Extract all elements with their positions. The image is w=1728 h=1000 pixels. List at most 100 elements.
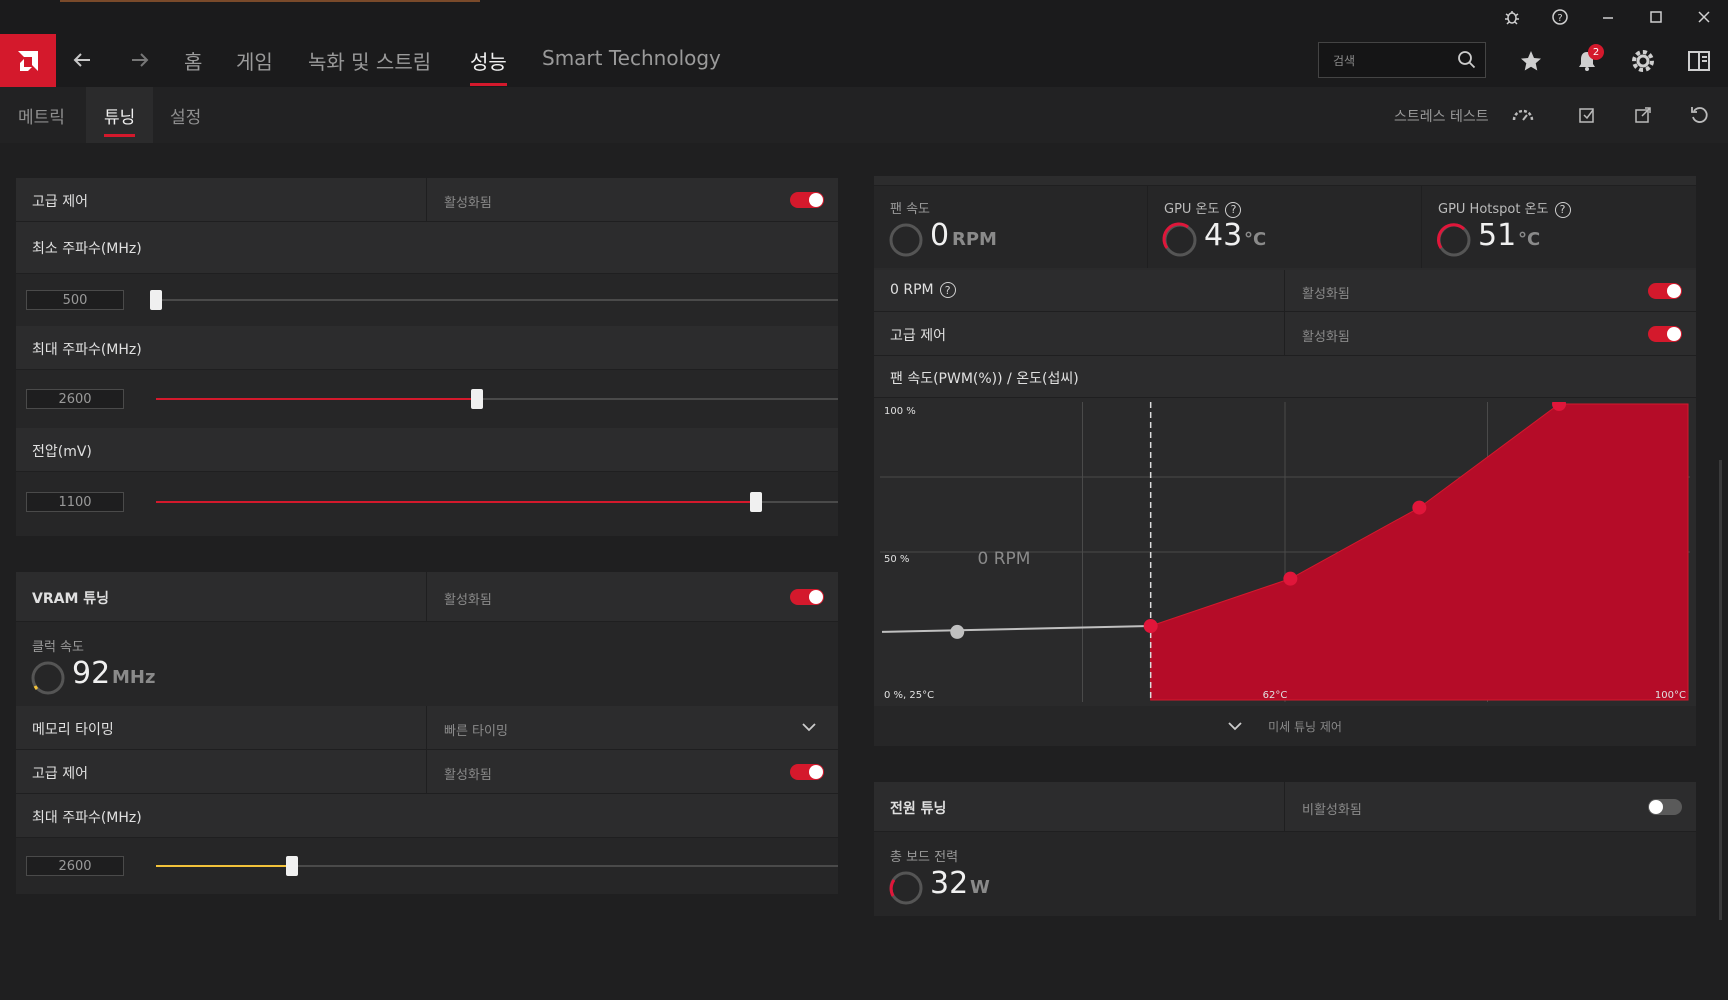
max-freq-input[interactable]: 2600 bbox=[26, 389, 124, 409]
vram-advanced-control-row: 고급 제어 활성화됨 bbox=[16, 750, 838, 794]
maximize-icon[interactable] bbox=[1638, 4, 1674, 30]
gpu-tuning-panel: 고급 제어 활성화됨 최소 주파수(MHz) 500 최대 주파수(MHz) 2… bbox=[16, 178, 838, 536]
row-separator bbox=[1284, 270, 1285, 311]
hotspot-temp-value: 51 bbox=[1478, 218, 1517, 253]
memory-timing-row[interactable]: 메모리 타이밍 빠른 타이밍 bbox=[16, 706, 838, 750]
stat-separator bbox=[1421, 186, 1422, 268]
scrollbar[interactable] bbox=[1719, 460, 1722, 920]
gpu-advanced-control-toggle[interactable] bbox=[790, 192, 824, 208]
fan-speed-unit: RPM bbox=[952, 229, 997, 250]
max-freq-slider-row: 2600 bbox=[16, 370, 838, 428]
vram-max-freq-slider-row: 2600 bbox=[16, 838, 838, 894]
main-nav: 홈 게임 녹화 및 스트림 성능 Smart Technology 검색 2 bbox=[0, 34, 1728, 87]
hotspot-label-wrap: GPU Hotspot 온도? bbox=[1438, 198, 1571, 218]
stress-test-label[interactable]: 스트레스 테스트 bbox=[1394, 106, 1489, 126]
nav-gaming[interactable]: 게임 bbox=[236, 46, 273, 80]
vram-toggle[interactable] bbox=[790, 589, 824, 605]
import-profile-icon[interactable] bbox=[1572, 100, 1602, 130]
nav-smart-technology[interactable]: Smart Technology bbox=[542, 46, 721, 80]
vram-advanced-control-toggle[interactable] bbox=[790, 764, 824, 780]
tab-settings[interactable]: 설정 bbox=[152, 87, 219, 143]
back-arrow-icon[interactable] bbox=[64, 42, 100, 78]
search-input[interactable]: 검색 bbox=[1318, 42, 1486, 78]
fan-curve-chart[interactable]: 100 % 50 % 0 %, 25°C 62°C 100°C 0 RPM bbox=[880, 402, 1690, 702]
max-freq-thumb[interactable] bbox=[470, 389, 483, 409]
max-freq-slider[interactable] bbox=[156, 389, 838, 409]
sidebar-panel-icon[interactable] bbox=[1682, 44, 1716, 78]
vram-advanced-control-state: 활성화됨 bbox=[444, 768, 492, 783]
vram-max-freq-thumb[interactable] bbox=[286, 856, 299, 876]
min-freq-input[interactable]: 500 bbox=[26, 290, 124, 310]
zero-rpm-label: 0 RPM bbox=[890, 282, 934, 298]
min-freq-thumb[interactable] bbox=[150, 290, 162, 310]
vram-clock-label: 클럭 속도 bbox=[32, 640, 84, 655]
vram-state: 활성화됨 bbox=[444, 593, 492, 608]
row-separator bbox=[1284, 312, 1285, 355]
fan-advanced-control-toggle[interactable] bbox=[1648, 326, 1682, 342]
zero-rpm-row: 0 RPM? 활성화됨 bbox=[874, 270, 1696, 312]
stat-separator bbox=[1147, 186, 1148, 268]
stress-test-gauge-icon[interactable] bbox=[1508, 100, 1538, 130]
amd-logo-icon[interactable] bbox=[0, 34, 56, 87]
nav-record-stream[interactable]: 녹화 및 스트림 bbox=[308, 46, 431, 80]
min-freq-slider-row: 500 bbox=[16, 274, 838, 326]
voltage-slider-row: 1100 bbox=[16, 472, 838, 536]
notification-bell-icon[interactable]: 2 bbox=[1570, 44, 1604, 78]
help-circle-icon[interactable]: ? bbox=[939, 282, 956, 298]
voltage-thumb[interactable] bbox=[750, 492, 763, 512]
zero-rpm-toggle[interactable] bbox=[1648, 283, 1682, 299]
vram-max-freq-slider[interactable] bbox=[156, 856, 838, 876]
min-freq-header: 최소 주파수(MHz) bbox=[16, 222, 838, 274]
svg-text:?: ? bbox=[1557, 13, 1562, 24]
voltage-slider[interactable] bbox=[156, 492, 838, 512]
tab-tuning[interactable]: 튜닝 bbox=[86, 87, 154, 143]
voltage-input[interactable]: 1100 bbox=[26, 492, 124, 512]
reset-icon[interactable] bbox=[1684, 100, 1714, 130]
chevron-down-icon[interactable] bbox=[1228, 721, 1242, 731]
vram-max-freq-fill bbox=[156, 865, 293, 867]
row-separator bbox=[426, 750, 427, 793]
power-toggle[interactable] bbox=[1648, 799, 1682, 815]
search-icon bbox=[1457, 50, 1477, 73]
power-tuning-panel: 전원 튜닝 비활성화됨 총 보드 전력 32 W bbox=[874, 782, 1696, 916]
zero-rpm-point bbox=[950, 624, 965, 639]
row-separator bbox=[426, 572, 427, 621]
help-circle-icon[interactable]: ? bbox=[1225, 201, 1242, 218]
settings-gear-icon[interactable] bbox=[1626, 44, 1660, 78]
min-freq-slider[interactable] bbox=[150, 290, 838, 310]
chevron-down-icon[interactable] bbox=[802, 722, 816, 732]
memory-timing-label: 메모리 타이밍 bbox=[32, 722, 114, 738]
vram-advanced-control-label: 고급 제어 bbox=[32, 766, 88, 782]
fan-advanced-control-row: 고급 제어 활성화됨 bbox=[874, 312, 1696, 356]
y-tick-0: 0 %, 25°C bbox=[884, 690, 934, 701]
fan-curve-point-3[interactable] bbox=[1412, 500, 1427, 515]
zero-rpm-state: 활성화됨 bbox=[1302, 287, 1350, 302]
max-freq-fill bbox=[156, 398, 477, 400]
fine-tune-label: 미세 튜닝 제어 bbox=[1268, 719, 1342, 734]
power-title: 전원 튜닝 bbox=[890, 801, 947, 817]
fan-panel-top-strip bbox=[874, 176, 1696, 186]
hotspot-temp-label: GPU Hotspot 온도 bbox=[1438, 202, 1549, 217]
tab-metrics[interactable]: 메트릭 bbox=[0, 87, 83, 143]
fine-tune-toggle-row[interactable]: 미세 튜닝 제어 bbox=[874, 706, 1696, 746]
fan-stats-row: 팬 속도 0 RPM GPU 온도? 43 °C GPU Hotspot 온도?… bbox=[874, 186, 1696, 268]
nav-home[interactable]: 홈 bbox=[184, 46, 202, 80]
bug-report-icon[interactable] bbox=[1494, 4, 1530, 30]
vram-max-freq-input[interactable]: 2600 bbox=[26, 856, 124, 876]
favorite-star-icon[interactable] bbox=[1514, 44, 1548, 78]
fan-curve-point-2[interactable] bbox=[1283, 571, 1298, 586]
gpu-temp-value: 43 bbox=[1204, 218, 1243, 253]
fan-curve-point-1[interactable] bbox=[1143, 619, 1158, 633]
export-profile-icon[interactable] bbox=[1628, 100, 1658, 130]
help-circle-icon[interactable]: ? bbox=[1554, 201, 1571, 218]
board-power-gauge-icon bbox=[889, 871, 923, 905]
forward-arrow-icon[interactable] bbox=[122, 42, 158, 78]
close-icon[interactable] bbox=[1686, 4, 1722, 30]
sub-nav: 메트릭 튜닝 설정 스트레스 테스트 bbox=[0, 87, 1728, 143]
nav-performance[interactable]: 성능 bbox=[470, 46, 507, 86]
minimize-icon[interactable] bbox=[1590, 4, 1626, 30]
notification-badge: 2 bbox=[1588, 44, 1604, 60]
memory-timing-value: 빠른 타이밍 bbox=[444, 724, 508, 739]
help-icon[interactable]: ? bbox=[1542, 4, 1578, 30]
title-bar: ? bbox=[0, 0, 1728, 34]
